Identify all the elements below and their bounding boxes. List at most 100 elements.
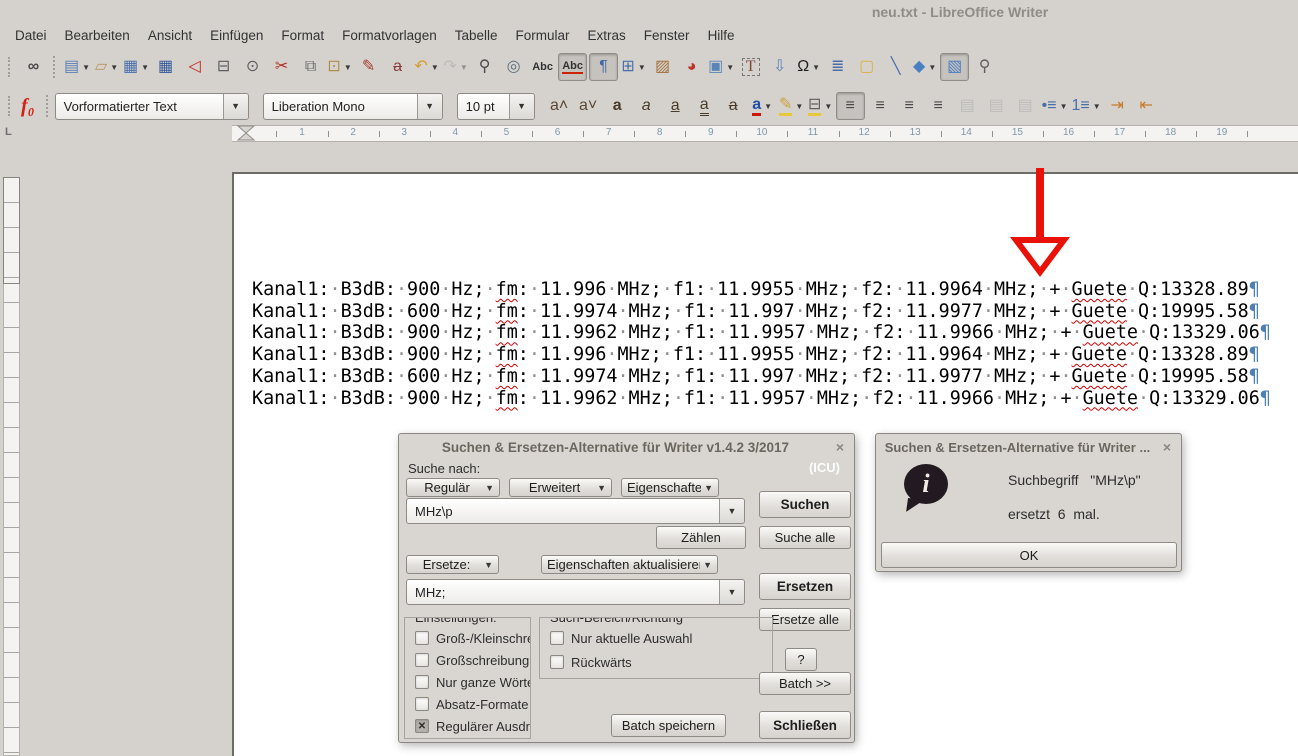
spelling-icon[interactable]: Abc <box>529 54 556 80</box>
undo-icon-dropdown[interactable]: ▼ <box>431 63 439 72</box>
basic-shapes-icon-dropdown[interactable]: ▼ <box>928 63 936 72</box>
altsearch-binoculars-icon[interactable]: ∞ <box>20 54 47 80</box>
insert-table-icon-dropdown[interactable]: ▼ <box>638 63 646 72</box>
checkbox-box[interactable]: ✕ <box>415 719 429 733</box>
highlight-color-icon-dropdown[interactable]: ▼ <box>795 102 803 111</box>
undo-icon[interactable]: ↶▼ <box>413 54 440 80</box>
search-button[interactable]: Suchen <box>759 491 851 518</box>
align-left-icon[interactable]: ≡ <box>836 92 865 120</box>
indent-decrease-icon[interactable]: ⇤ <box>1133 93 1160 119</box>
open-icon[interactable]: ▱▼ <box>93 54 120 80</box>
checkbox-absatz-formate[interactable]: Absatz-Formate <box>415 696 528 712</box>
print-preview-icon[interactable]: ⊙ <box>239 54 266 80</box>
menu-bearbeiten[interactable]: Bearbeiten <box>56 26 139 45</box>
checkbox-box[interactable] <box>415 675 429 689</box>
menu-hilfe[interactable]: Hilfe <box>699 26 744 45</box>
menu-fenster[interactable]: Fenster <box>635 26 699 45</box>
replace-history-dropdown[interactable]: ▼ <box>719 580 744 604</box>
toolbar-handle[interactable] <box>8 96 14 116</box>
insert-comment-icon[interactable]: ▢ <box>853 54 880 80</box>
grow-font-icon[interactable]: a˄ <box>546 93 573 119</box>
toolbar-handle[interactable] <box>8 57 14 77</box>
cut-icon[interactable]: ✂ <box>268 54 295 80</box>
extended-dropdown-button[interactable]: Erweitert▼ <box>509 478 612 497</box>
find-replace-icon[interactable]: ⚲ <box>471 54 498 80</box>
search-history-dropdown[interactable]: ▼ <box>719 499 744 523</box>
indent-marker[interactable] <box>236 125 256 142</box>
help-button[interactable]: ? <box>785 648 817 671</box>
draw-functions-icon[interactable]: ▧ <box>940 53 969 81</box>
regular-dropdown-button[interactable]: Regulär▼ <box>406 478 500 497</box>
clone-formatting-icon[interactable]: ✎ <box>355 54 382 80</box>
redo-icon-dropdown[interactable]: ▼ <box>460 63 468 72</box>
close-icon[interactable]: × <box>1163 439 1171 455</box>
background-color-icon[interactable]: ⊟▼ <box>807 93 834 119</box>
checkbox-box[interactable] <box>415 653 429 667</box>
strikethrough-icon[interactable]: a <box>720 93 747 119</box>
save-as-icon[interactable]: ▦ <box>152 54 179 80</box>
formatting-marks-icon[interactable]: ¶ <box>589 53 618 81</box>
save-icon-dropdown[interactable]: ▼ <box>141 63 149 72</box>
bullet-list-icon[interactable]: •≡▼ <box>1041 93 1069 119</box>
tab-stop-selector[interactable]: L <box>5 126 12 138</box>
underline-icon[interactable]: a <box>662 93 689 119</box>
update-properties-dropdown-button[interactable]: Eigenschaften aktualisieren▼ <box>541 555 718 574</box>
close-button[interactable]: Schließen <box>759 711 851 739</box>
menu-formular[interactable]: Formular <box>507 26 579 45</box>
numbered-list-icon-dropdown[interactable]: ▼ <box>1093 102 1101 111</box>
checkbox-nur-ganze-wörter[interactable]: Nur ganze Wörter <box>415 674 531 690</box>
menu-extras[interactable]: Extras <box>579 26 635 45</box>
checkbox-groß-kleinschreibung[interactable]: Groß-/Kleinschreibung <box>415 630 531 646</box>
menu-datei[interactable]: Datei <box>6 26 56 45</box>
special-character-icon-dropdown[interactable]: ▼ <box>812 63 820 72</box>
insert-chart-icon[interactable]: ◕ <box>678 54 705 80</box>
search-input[interactable]: MHz\p ▼ <box>406 498 745 524</box>
highlight-color-icon[interactable]: ✎▼ <box>778 93 805 119</box>
menu-tabelle[interactable]: Tabelle <box>446 26 507 45</box>
batch-button[interactable]: Batch >> <box>759 672 851 695</box>
export-pdf-icon[interactable]: ◁ <box>181 54 208 80</box>
properties-dropdown-button[interactable]: Eigenschaften▼ <box>621 478 719 497</box>
checkbox-nur-aktuelle-auswahl[interactable]: Nur aktuelle Auswahl <box>550 630 692 646</box>
paragraph-style-dropdown[interactable]: ▼ <box>223 94 248 119</box>
checkbox-box[interactable] <box>415 697 429 711</box>
insert-line-icon[interactable]: ╲ <box>882 54 909 80</box>
autospellcheck-icon[interactable]: Abc <box>558 53 587 81</box>
font-color-icon[interactable]: a▼ <box>749 93 776 119</box>
copy-icon[interactable]: ⧉ <box>297 54 324 80</box>
document-text[interactable]: Kanal1:·B3dB:·900·Hz;·fm:·11.996·MHz;·f1… <box>252 279 1271 409</box>
print-icon[interactable]: ⊟ <box>210 54 237 80</box>
font-size-combo[interactable]: 10 pt ▼ <box>457 93 535 120</box>
checkbox-box[interactable] <box>550 655 564 669</box>
menu-einfügen[interactable]: Einfügen <box>201 26 272 45</box>
save-icon[interactable]: ▦▼ <box>122 54 150 80</box>
bold-icon[interactable]: a <box>604 93 631 119</box>
menu-ansicht[interactable]: Ansicht <box>139 26 201 45</box>
shrink-font-icon[interactable]: a˅ <box>575 93 602 119</box>
paragraph-style-combo[interactable]: Vorformatierter Text ▼ <box>55 93 249 120</box>
basic-shapes-icon[interactable]: ◆▼ <box>911 54 938 80</box>
count-button[interactable]: Zählen <box>656 526 746 549</box>
checkbox-box[interactable] <box>415 631 429 645</box>
background-color-icon-dropdown[interactable]: ▼ <box>824 102 832 111</box>
horizontal-ruler[interactable]: 12345678910111213141516171819 <box>232 125 1298 142</box>
replace-input[interactable]: MHz; ▼ <box>406 579 745 605</box>
align-justify-icon[interactable]: ≡ <box>925 93 952 119</box>
checkbox-regulärer-ausdruck[interactable]: ✕Regulärer Ausdruck <box>415 718 531 734</box>
align-center-icon[interactable]: ≡ <box>867 93 894 119</box>
align-right-icon[interactable]: ≡ <box>896 93 923 119</box>
zoom-icon[interactable]: ⚲ <box>971 54 998 80</box>
bullet-list-icon-dropdown[interactable]: ▼ <box>1060 102 1068 111</box>
font-name-combo[interactable]: Liberation Mono ▼ <box>263 93 443 120</box>
special-character-icon[interactable]: Ω▼ <box>795 54 822 80</box>
font-color-icon-dropdown[interactable]: ▼ <box>764 102 772 111</box>
insert-field-icon[interactable]: ≣ <box>824 54 851 80</box>
close-icon[interactable]: × <box>836 439 844 455</box>
insert-frame-icon-dropdown[interactable]: ▼ <box>726 63 734 72</box>
checkbox-großschreibung-beibehalten[interactable]: Großschreibung beibehalten <box>415 652 531 668</box>
insert-image-icon[interactable]: ▨ <box>649 54 676 80</box>
open-icon-dropdown[interactable]: ▼ <box>110 63 118 72</box>
clear-formatting-icon[interactable]: a <box>384 54 411 80</box>
insert-textbox-icon[interactable]: T <box>737 54 764 80</box>
paste-icon[interactable]: ⊡▼ <box>326 54 353 80</box>
